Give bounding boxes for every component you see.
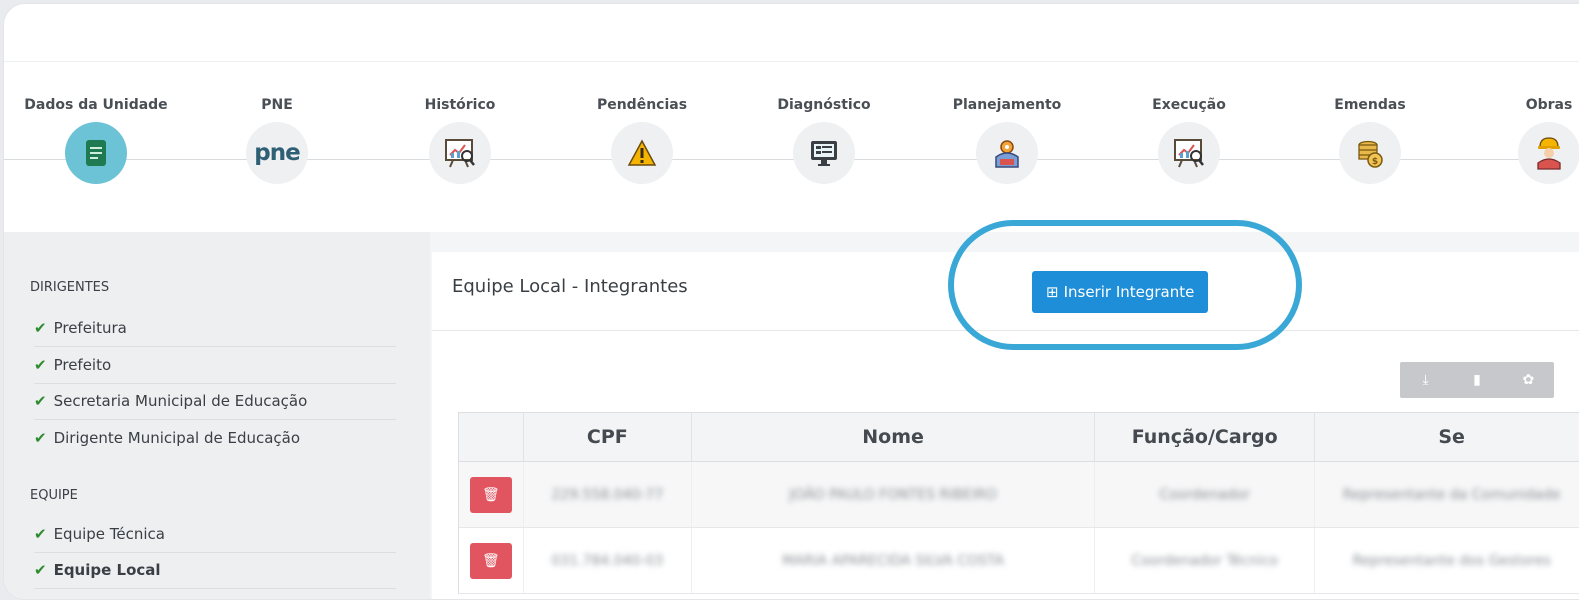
column-header-funcao[interactable]: Função/Cargo: [1095, 413, 1316, 461]
step-pne[interactable]: PNE pne: [202, 61, 352, 184]
check-icon: ✔: [34, 525, 47, 543]
trash-icon: 🗑: [481, 552, 500, 568]
sidebar-item-equipe-tecnica[interactable]: ✔ Equipe Técnica: [34, 516, 396, 553]
panel-title: Equipe Local - Integrantes: [452, 276, 688, 297]
column-header-actions: [459, 413, 524, 461]
step-label: Pendências: [596, 97, 688, 113]
cell-funcao: Coordenador Técnico: [1095, 528, 1316, 593]
step-label: Obras: [1525, 97, 1573, 113]
step-navigation: Dados da Unidade PNE pne Histórico Pendê…: [4, 61, 1579, 233]
equipe-local-panel: Equipe Local - Integrantes ⊞ Inserir Int…: [432, 220, 1579, 599]
top-bar: [4, 4, 1579, 62]
file-icon[interactable]: ▮: [1462, 372, 1492, 388]
sidebar-item-label: Prefeito: [53, 356, 112, 374]
main-card: Dados da Unidade PNE pne Histórico Pendê…: [3, 3, 1579, 600]
panel-header: Equipe Local - Integrantes ⊞ Inserir Int…: [432, 220, 1579, 350]
section-title-equipe: EQUIPE: [30, 488, 78, 503]
chart-board-icon: [1158, 122, 1220, 184]
sidebar-item-equipe-local[interactable]: ✔ Equipe Local: [34, 552, 396, 589]
step-label: PNE: [261, 97, 293, 113]
cell-funcao: Coordenador: [1095, 462, 1316, 527]
cell-cpf: 229.558.040-77: [524, 462, 692, 527]
sidebar-item-prefeitura[interactable]: ✔ Prefeitura: [34, 310, 396, 347]
row-actions: 🗑: [459, 528, 524, 593]
sidebar-item-dirigente[interactable]: ✔ Dirigente Municipal de Educação: [34, 420, 396, 456]
step-emendas[interactable]: Emendas $: [1295, 61, 1445, 184]
column-header-segmento[interactable]: Se: [1315, 413, 1579, 461]
trash-icon: 🗑: [481, 486, 500, 502]
step-label: Diagnóstico: [777, 97, 871, 113]
download-icon[interactable]: ⤓: [1411, 372, 1441, 388]
step-label: Emendas: [1334, 97, 1406, 113]
column-header-cpf[interactable]: CPF: [524, 413, 692, 461]
column-header-nome[interactable]: Nome: [692, 413, 1096, 461]
monitor-icon: [793, 122, 855, 184]
sidebar: DIRIGENTES ✔ Prefeitura ✔ Prefeito ✔ Sec…: [4, 232, 430, 599]
row-actions: 🗑: [459, 462, 524, 527]
step-pendencias[interactable]: Pendências: [567, 61, 717, 184]
sidebar-item-label: Equipe Local: [53, 561, 161, 579]
table-row: 🗑 229.558.040-77 JOÃO PAULO FONTES RIBEI…: [459, 462, 1579, 528]
chart-board-icon: [429, 122, 491, 184]
integrantes-table: CPF Nome Função/Cargo Se 🗑 229.558.040-7…: [458, 412, 1579, 594]
check-icon: ✔: [34, 319, 47, 337]
sidebar-item-label: Dirigente Municipal de Educação: [53, 429, 301, 447]
sidebar-item-label: Equipe Técnica: [53, 525, 165, 543]
check-icon: ✔: [34, 429, 47, 447]
sidebar-item-label: Prefeitura: [53, 319, 127, 337]
step-execucao[interactable]: Execução: [1114, 61, 1264, 184]
planning-icon: [976, 122, 1038, 184]
section-title-dirigentes: DIRIGENTES: [30, 280, 110, 295]
sidebar-item-prefeito[interactable]: ✔ Prefeito: [34, 347, 396, 384]
check-icon: ✔: [34, 392, 47, 410]
table-toolbar: ⤓ ▮ ✿: [1400, 362, 1554, 398]
sidebar-item-secretaria[interactable]: ✔ Secretaria Municipal de Educação: [34, 383, 396, 420]
step-label: Histórico: [424, 97, 496, 113]
table-row: 🗑 031.784.040-03 MARIA APARECIDA SILVA C…: [459, 528, 1579, 594]
cell-cpf: 031.784.040-03: [524, 528, 692, 593]
step-historico[interactable]: Histórico: [385, 61, 535, 184]
table-header: CPF Nome Função/Cargo Se: [459, 413, 1579, 462]
step-diagnostico[interactable]: Diagnóstico: [749, 61, 899, 184]
gear-icon[interactable]: ✿: [1513, 372, 1543, 388]
pne-logo-icon: pne: [246, 122, 308, 184]
step-label: Dados da Unidade: [24, 97, 168, 113]
document-icon: [65, 122, 127, 184]
svg-text:$: $: [1372, 157, 1378, 167]
warning-icon: [611, 122, 673, 184]
coins-icon: $: [1339, 122, 1401, 184]
delete-button[interactable]: 🗑: [469, 476, 512, 513]
delete-button[interactable]: 🗑: [469, 542, 512, 579]
pne-logo-text: pne: [254, 140, 300, 166]
highlight-circle: [948, 220, 1302, 350]
step-label: Execução: [1152, 97, 1226, 113]
sidebar-item-label: Secretaria Municipal de Educação: [53, 392, 308, 410]
cell-segmento: Representante dos Gestores: [1315, 528, 1579, 593]
step-planejamento[interactable]: Planejamento: [932, 61, 1082, 184]
worker-icon: [1518, 122, 1579, 184]
check-icon: ✔: [34, 561, 47, 579]
step-label: Planejamento: [952, 97, 1062, 113]
cell-nome: JOÃO PAULO FONTES RIBEIRO: [692, 462, 1096, 527]
check-icon: ✔: [34, 356, 47, 374]
step-dados-da-unidade[interactable]: Dados da Unidade: [21, 61, 171, 184]
cell-nome: MARIA APARECIDA SILVA COSTA: [692, 528, 1096, 593]
step-obras[interactable]: Obras: [1474, 61, 1579, 184]
main-content: Equipe Local - Integrantes ⊞ Inserir Int…: [430, 220, 1579, 599]
cell-segmento: Representante da Comunidade: [1315, 462, 1579, 527]
